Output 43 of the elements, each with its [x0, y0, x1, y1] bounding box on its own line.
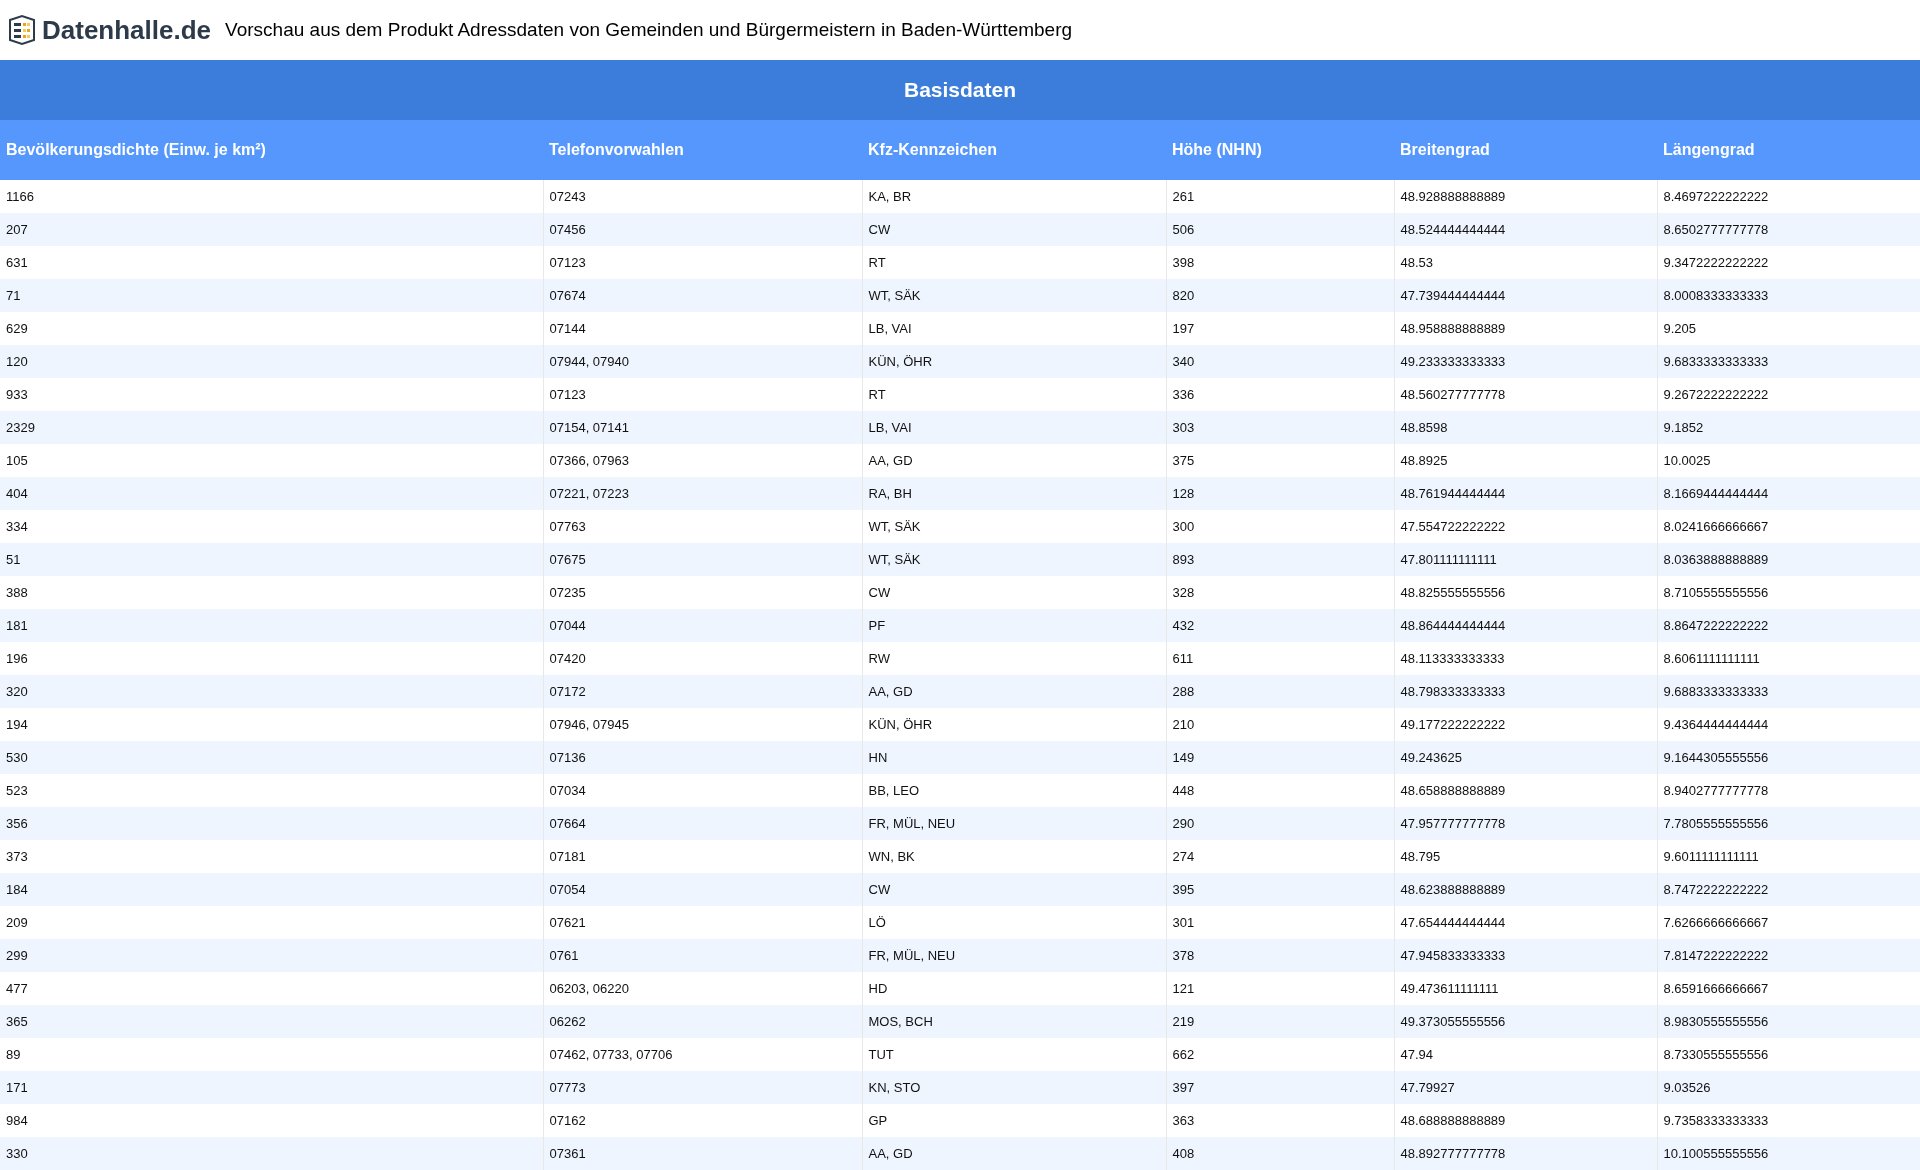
table-cell: 120: [0, 345, 543, 378]
column-header: Telefonvorwahlen: [543, 120, 862, 180]
table-cell: 2329: [0, 411, 543, 444]
table-cell: 209: [0, 906, 543, 939]
table-cell: 1166: [0, 180, 543, 213]
table-cell: 51: [0, 543, 543, 576]
table-cell: AA, GD: [862, 1137, 1166, 1170]
table-cell: 07361: [543, 1137, 862, 1170]
table-cell: 408: [1166, 1137, 1394, 1170]
table-cell: 196: [0, 642, 543, 675]
table-cell: 365: [0, 1005, 543, 1038]
table-cell: 181: [0, 609, 543, 642]
table-cell: 184: [0, 873, 543, 906]
table-cell: 194: [0, 708, 543, 741]
table-cell: 89: [0, 1038, 543, 1071]
table-cell: 10.100555555556: [1657, 1137, 1920, 1170]
table-cell: 933: [0, 378, 543, 411]
table-cell: 984: [0, 1104, 543, 1137]
page-title: Vorschau aus dem Produkt Adressdaten von Gemeinden und Bürgermeistern in Baden-Württemberg: [225, 17, 1073, 42]
logo-icon: [6, 14, 38, 46]
table-cell: 105: [0, 444, 543, 477]
table-cell: 356: [0, 807, 543, 840]
table-cell: 171: [0, 1071, 543, 1104]
table-cell: 373: [0, 840, 543, 873]
table-cell: 629: [0, 312, 543, 345]
table-cell: 523: [0, 774, 543, 807]
table-cell: 530: [0, 741, 543, 774]
table-cell: 48.892777777778: [1394, 1137, 1657, 1170]
table-cell: 404: [0, 477, 543, 510]
table-cell: 631: [0, 246, 543, 279]
table-cell: 477: [0, 972, 543, 1005]
table-caption: Basisdaten: [0, 60, 1920, 120]
logo-text[interactable]: Datenhalle.de: [42, 10, 212, 50]
column-header: Kfz-Kennzeichen: [862, 120, 1166, 180]
table-cell: 334: [0, 510, 543, 543]
column-header: Bevölkerungsdichte (Einw. je km²): [0, 120, 543, 180]
table-cell: 388: [0, 576, 543, 609]
column-header: Breitengrad: [1394, 120, 1657, 180]
table-cell: 330: [0, 1137, 543, 1170]
column-header: Längengrad: [1657, 120, 1920, 180]
table-cell: 299: [0, 939, 543, 972]
column-header: Höhe (NHN): [1166, 120, 1394, 180]
table-cell: 320: [0, 675, 543, 708]
